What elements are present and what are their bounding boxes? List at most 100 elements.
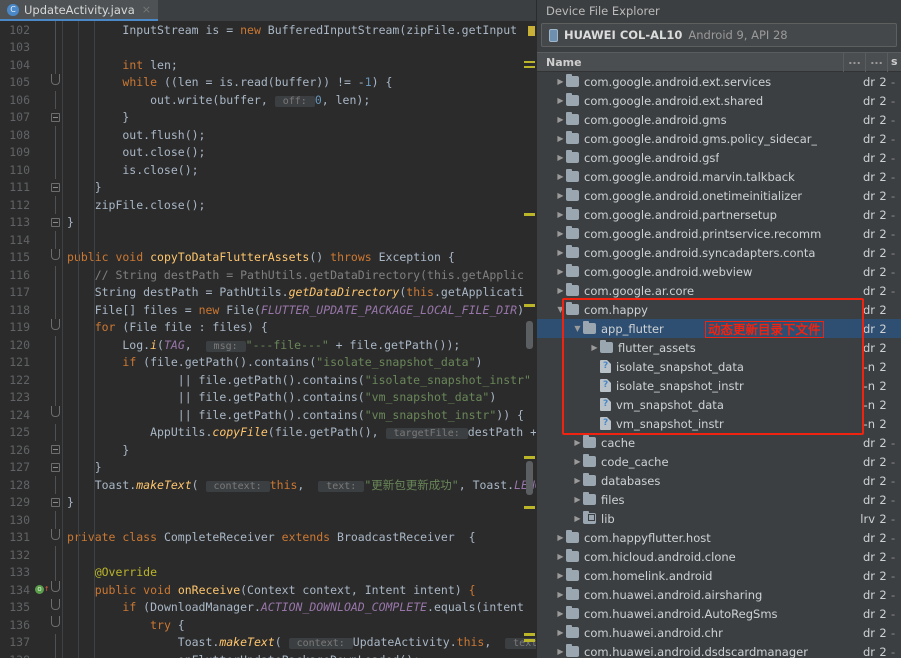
tree-row[interactable]: vm_snapshot_data -n 2 (537, 395, 901, 414)
tree-row[interactable]: ▶ com.google.android.syncadapters.conta dr… (537, 243, 901, 262)
fold-gutter[interactable] (48, 109, 63, 127)
chevron-right-icon[interactable]: ▶ (572, 509, 583, 528)
tree-row[interactable]: ▶ com.google.android.onetimeinitializer dr… (537, 186, 901, 205)
warning-marker[interactable] (524, 639, 535, 642)
tree-row[interactable]: isolate_snapshot_instr -n 2 (537, 376, 901, 395)
tree-row[interactable]: ▶ cache dr 2- (537, 433, 901, 452)
chevron-right-icon[interactable]: ▶ (555, 72, 566, 91)
chevron-right-icon[interactable]: ▶ (555, 148, 566, 167)
editor-tab-updateactivity[interactable]: C UpdateActivity.java × (0, 0, 158, 21)
chevron-right-icon[interactable]: ▶ (555, 642, 566, 658)
close-icon[interactable]: × (142, 3, 151, 16)
warning-marker[interactable] (524, 61, 535, 63)
tree-row[interactable]: ▶ com.huawei.android.chr dr 2- (537, 623, 901, 642)
tree-row[interactable]: ▼ com.happy dr 2 (537, 300, 901, 319)
tree-row[interactable]: ▶ com.google.android.gms dr 2- (537, 110, 901, 129)
fold-gutter[interactable] (48, 528, 63, 547)
fold-collapse-icon[interactable] (51, 73, 60, 85)
chevron-down-icon[interactable]: ▼ (555, 300, 566, 319)
chevron-right-icon[interactable]: ▶ (555, 129, 566, 148)
fold-collapse-icon[interactable] (51, 528, 60, 540)
chevron-right-icon[interactable]: ▶ (572, 490, 583, 509)
fold-gutter[interactable] (48, 214, 63, 232)
tree-row[interactable]: ▶ com.google.android.gms.policy_sidecar_ d… (537, 129, 901, 148)
tree-row[interactable]: ▶ com.google.android.gsf dr 2- (537, 148, 901, 167)
fold-gutter[interactable] (48, 459, 63, 477)
column-header-size[interactable]: s (887, 52, 901, 72)
column-header-name[interactable]: Name (537, 56, 843, 69)
chevron-down-icon[interactable]: ▼ (572, 319, 583, 338)
tree-row[interactable]: vm_snapshot_instr -n 2 (537, 414, 901, 433)
warning-marker[interactable] (524, 304, 535, 307)
fold-collapse-icon[interactable] (51, 248, 60, 260)
tree-row[interactable]: ▶ com.happyflutter.host dr 2- (537, 528, 901, 547)
tree-row[interactable]: ▶ com.hicloud.android.clone dr 2- (537, 547, 901, 566)
fold-gutter[interactable] (48, 494, 63, 512)
warning-marker[interactable] (524, 506, 535, 509)
fold-gutter[interactable] (48, 406, 63, 424)
device-selector[interactable]: HUAWEI COL-AL10 Android 9, API 28 (541, 23, 897, 47)
tree-row[interactable]: ▶ com.google.android.ext.shared dr 2- (537, 91, 901, 110)
fold-gutter[interactable] (48, 598, 63, 617)
tree-row[interactable]: ▶ com.google.android.webview dr 2- (537, 262, 901, 281)
tree-row[interactable]: ▶ lib lrv 2- (537, 509, 901, 528)
fold-gutter[interactable] (48, 179, 63, 197)
warning-marker[interactable] (524, 213, 535, 216)
chevron-right-icon[interactable]: ▶ (555, 167, 566, 186)
fold-gutter[interactable] (48, 441, 63, 459)
chevron-right-icon[interactable]: ▶ (555, 623, 566, 642)
chevron-right-icon[interactable]: ▶ (555, 547, 566, 566)
fold-collapse-icon[interactable] (51, 616, 60, 627)
fold-collapse-icon[interactable] (51, 318, 60, 330)
code-content[interactable]: 102 InputStream is = new BufferedInputSt… (0, 21, 536, 658)
chevron-right-icon[interactable]: ▶ (555, 91, 566, 110)
chevron-right-icon[interactable]: ▶ (555, 281, 566, 300)
tree-row[interactable]: ▶ com.huawei.android.dsdscardmanager dr 2- (537, 642, 901, 658)
device-file-tree[interactable]: ▶ com.google.android.ext.services dr 2- ▶ com… (537, 72, 901, 658)
tree-row[interactable]: ▶ com.google.android.printservice.recomm d… (537, 224, 901, 243)
fold-gutter[interactable] (48, 581, 63, 599)
chevron-right-icon[interactable]: ▶ (555, 566, 566, 585)
chevron-right-icon[interactable]: ▶ (555, 205, 566, 224)
fold-expand-icon[interactable] (51, 497, 60, 507)
tree-row[interactable]: ▶ com.huawei.android.airsharing dr 2- (537, 585, 901, 604)
chevron-right-icon[interactable]: ▶ (555, 585, 566, 604)
fold-gutter[interactable] (48, 248, 63, 267)
fold-gutter[interactable] (48, 318, 63, 337)
fold-expand-icon[interactable] (51, 112, 60, 122)
tree-row[interactable]: ▶ code_cache dr 2- (537, 452, 901, 471)
fold-collapse-icon[interactable] (51, 406, 60, 417)
chevron-right-icon[interactable]: ▶ (572, 433, 583, 452)
fold-expand-icon[interactable] (51, 182, 60, 192)
tree-row[interactable]: ▶ flutter_assets dr 2 (537, 338, 901, 357)
fold-collapse-icon[interactable] (51, 581, 60, 592)
editor-scrollbar[interactable] (522, 21, 536, 658)
tree-row[interactable]: ▶ com.google.ar.core dr 2- (537, 281, 901, 300)
chevron-right-icon[interactable]: ▶ (555, 243, 566, 262)
chevron-right-icon[interactable]: ▶ (555, 110, 566, 129)
editor-scroll-thumb-secondary[interactable] (526, 461, 533, 495)
fold-gutter[interactable] (48, 616, 63, 634)
fold-expand-icon[interactable] (51, 445, 60, 454)
tree-row[interactable]: ▶ com.google.android.ext.services dr 2- (537, 72, 901, 91)
column-header-date[interactable]: ... (865, 52, 887, 72)
tree-row[interactable]: ▶ databases dr 2- (537, 471, 901, 490)
tree-row[interactable]: ▶ com.google.android.marvin.talkback dr 2- (537, 167, 901, 186)
tree-row[interactable]: isolate_snapshot_data -n 2 (537, 357, 901, 376)
tree-row[interactable]: ▶ com.huawei.android.AutoRegSms dr 2- (537, 604, 901, 623)
chevron-right-icon[interactable]: ▶ (555, 186, 566, 205)
fold-expand-icon[interactable] (51, 462, 60, 472)
chevron-right-icon[interactable]: ▶ (555, 604, 566, 623)
tree-row[interactable]: ▶ com.homelink.android dr 2- (537, 566, 901, 585)
fold-collapse-icon[interactable] (51, 598, 60, 610)
fold-expand-icon[interactable] (51, 217, 60, 227)
warning-marker[interactable] (524, 456, 535, 459)
tree-row[interactable]: ▶ com.google.android.partnersetup dr 2- (537, 205, 901, 224)
fold-gutter[interactable] (48, 73, 63, 92)
warning-marker[interactable] (524, 633, 535, 636)
warning-marker[interactable] (524, 66, 535, 68)
editor-scroll-thumb[interactable] (526, 321, 533, 349)
chevron-right-icon[interactable]: ▶ (572, 452, 583, 471)
override-method-icon[interactable]: o ↑ (34, 581, 49, 599)
tree-row[interactable]: ▶ files dr 2- (537, 490, 901, 509)
